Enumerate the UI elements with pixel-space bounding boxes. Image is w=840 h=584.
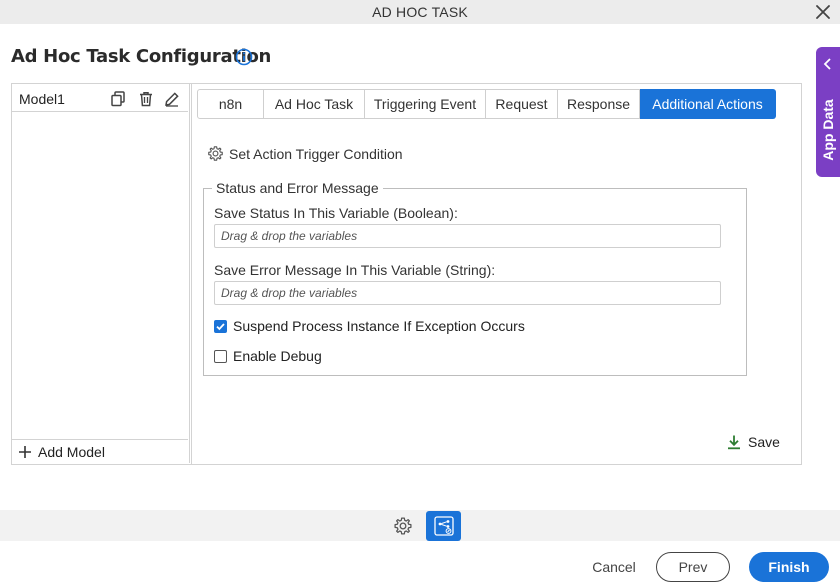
model-name[interactable]: Model1 bbox=[19, 91, 65, 107]
gear-icon bbox=[208, 146, 223, 161]
trigger-label: Set Action Trigger Condition bbox=[229, 145, 403, 162]
error-variable-input[interactable]: Drag & drop the variables bbox=[214, 281, 721, 305]
page-title: Ad Hoc Task Configuration bbox=[11, 46, 272, 67]
config-tabs: n8n Ad Hoc Task Triggering Event Request… bbox=[197, 89, 776, 119]
enable-debug-checkbox[interactable] bbox=[214, 350, 227, 363]
error-variable-placeholder: Drag & drop the variables bbox=[221, 286, 358, 300]
copy-icon[interactable] bbox=[109, 90, 127, 108]
plus-icon bbox=[19, 446, 31, 458]
group-title: Status and Error Message bbox=[212, 180, 383, 196]
download-icon bbox=[728, 435, 740, 450]
model-panel bbox=[11, 83, 190, 463]
app-data-label: App Data bbox=[820, 98, 836, 161]
tab-ad-hoc-task[interactable]: Ad Hoc Task bbox=[264, 89, 365, 119]
status-variable-placeholder: Drag & drop the variables bbox=[221, 229, 358, 243]
check-icon bbox=[216, 323, 225, 331]
status-variable-input[interactable]: Drag & drop the variables bbox=[214, 224, 721, 248]
status-variable-label: Save Status In This Variable (Boolean): bbox=[214, 205, 458, 221]
bottom-toolbar bbox=[0, 510, 840, 541]
window-title: AD HOC TASK bbox=[372, 4, 468, 20]
finish-button[interactable]: Finish bbox=[749, 552, 829, 582]
settings-gear-button[interactable] bbox=[393, 516, 413, 536]
tab-additional-actions[interactable]: Additional Actions bbox=[640, 89, 776, 119]
close-button[interactable] bbox=[812, 2, 834, 22]
close-icon bbox=[816, 5, 830, 19]
add-model-button[interactable]: Add Model bbox=[18, 444, 105, 460]
tab-request[interactable]: Request bbox=[486, 89, 558, 119]
suspend-process-label[interactable]: Suspend Process Instance If Exception Oc… bbox=[233, 318, 525, 334]
window-title-bar: AD HOC TASK bbox=[0, 0, 840, 24]
cancel-button[interactable]: Cancel bbox=[585, 553, 643, 581]
app-data-tab[interactable]: App Data bbox=[816, 47, 840, 177]
suspend-process-checkbox[interactable] bbox=[214, 320, 227, 333]
trash-icon[interactable] bbox=[137, 90, 155, 108]
tab-triggering-event[interactable]: Triggering Event bbox=[365, 89, 486, 119]
workflow-icon bbox=[433, 516, 454, 536]
chevron-left-icon bbox=[823, 58, 831, 70]
gear-icon bbox=[394, 517, 412, 535]
workflow-button[interactable] bbox=[426, 511, 461, 541]
pencil-icon[interactable] bbox=[163, 90, 181, 108]
error-variable-label: Save Error Message In This Variable (Str… bbox=[214, 262, 496, 278]
tab-n8n[interactable]: n8n bbox=[197, 89, 264, 119]
save-label: Save bbox=[748, 434, 780, 450]
save-button[interactable]: Save bbox=[726, 434, 780, 450]
tab-response[interactable]: Response bbox=[558, 89, 640, 119]
info-icon[interactable] bbox=[235, 48, 253, 66]
set-action-trigger-condition[interactable]: Set Action Trigger Condition bbox=[207, 145, 403, 162]
add-model-label: Add Model bbox=[38, 444, 105, 460]
prev-button[interactable]: Prev bbox=[656, 552, 730, 582]
enable-debug-label[interactable]: Enable Debug bbox=[233, 348, 322, 364]
